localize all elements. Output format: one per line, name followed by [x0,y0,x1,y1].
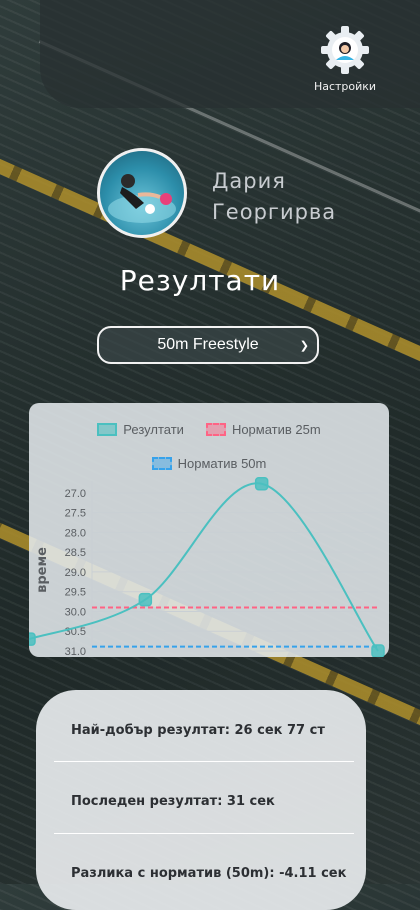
divider [54,833,354,834]
event-select[interactable]: 50m Freestyle ❯ [97,326,319,364]
y-tick-label: 29.0 [65,567,86,579]
page-title: Резултати [119,264,281,297]
stats-panel: Най-добър резултат: 26 сек 77 ст Последе… [36,690,366,910]
profile-name: Дария Георгирва [212,166,336,228]
profile-last-name: Георгирва [212,200,337,224]
y-tick-label: 31.0 [65,646,86,657]
results-chart: Резултати Норматив 25m Норматив 50m 27.0… [29,403,389,657]
profile-first-name: Дария [212,169,286,193]
stat-last: Последен резултат: 31 сек [71,794,275,809]
stat-best: Най-добър резултат: 26 сек 77 ст [71,723,325,738]
y-tick-label: 28.0 [65,527,86,539]
data-point [254,477,269,491]
y-tick-label: 30.0 [65,606,86,618]
y-tick-label: 29.5 [65,587,86,599]
swimmer-photo [108,174,176,223]
gear-user-icon [321,26,369,74]
settings-button[interactable]: Настройки [310,24,380,93]
y-tick-label: 28.5 [65,547,86,559]
data-point [29,632,36,646]
chevron-down-icon: ❯ [299,340,309,352]
event-select-value: 50m Freestyle [157,336,259,353]
y-tick-label: 27.5 [65,508,86,520]
y-tick-label: 27.0 [65,488,86,500]
avatar[interactable] [97,148,187,238]
chart-plot: 27.027.528.028.529.029.530.030.531.0врем… [29,477,385,657]
data-point [371,644,385,657]
divider [54,761,354,762]
data-point [138,592,153,607]
stat-diff: Разлика с норматив (50m): -4.11 сек [71,866,347,881]
y-axis-label: време [35,547,50,593]
settings-label: Настройки [313,80,377,93]
